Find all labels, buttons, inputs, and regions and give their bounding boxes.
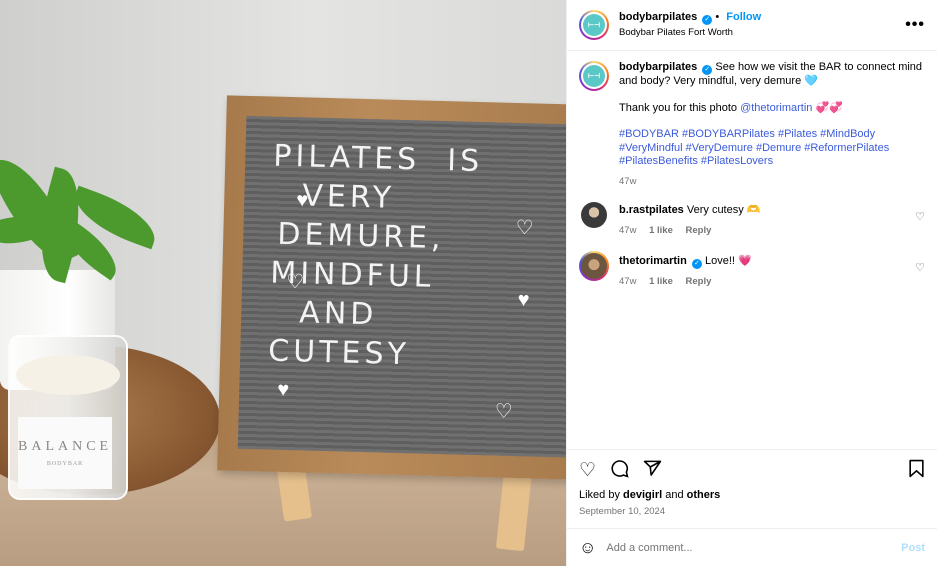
caption-thanks-line: Thank you for this photo @thetorimartin …	[619, 102, 925, 116]
likes-and: and	[665, 489, 684, 501]
likes-others-link[interactable]: others	[687, 489, 721, 501]
emoji-icon[interactable]: ☺	[579, 538, 596, 558]
heart-icon[interactable]: ♡	[579, 461, 596, 480]
board-heart-icon: ♡	[515, 216, 534, 240]
comment-age[interactable]: 47w	[619, 276, 636, 287]
comment-item: thetorimartin ✓ Love!! 💗 47w 1 like Repl…	[579, 251, 925, 289]
comment-meta: 47w 1 like Reply	[619, 275, 915, 289]
comment-likes[interactable]: 1 like	[649, 225, 673, 236]
candle-label-text: BALANCE	[18, 439, 113, 454]
post-header: ⊢⊣ bodybarpilates ✓ • Follow Bodybar Pil…	[567, 0, 937, 51]
verified-icon: ✓	[702, 15, 713, 25]
comment-like-heart-icon[interactable]: ♡	[915, 210, 925, 223]
comment-likes[interactable]: 1 like	[649, 276, 673, 287]
post-comment-button[interactable]: Post	[901, 542, 925, 554]
post-panel: ⊢⊣ bodybarpilates ✓ • Follow Bodybar Pil…	[566, 0, 937, 566]
board-heart-icon: ♥	[517, 289, 530, 312]
avatar[interactable]: ⊢⊣	[579, 10, 609, 40]
board-heart-icon: ♥	[276, 378, 290, 402]
caption-thanks: Thank you for this photo	[619, 101, 738, 114]
more-options-icon[interactable]: •••	[905, 16, 925, 34]
post-header-text: bodybarpilates ✓ • Follow Bodybar Pilate…	[619, 10, 905, 40]
author-username[interactable]: bodybarpilates	[619, 11, 697, 23]
comment-item: b.rastpilates Very cutesy 🫶 47w 1 like R…	[579, 200, 925, 237]
comment-body: b.rastpilates Very cutesy 🫶 47w 1 like R…	[619, 200, 915, 237]
comment-meta: 47w 1 like Reply	[619, 224, 915, 238]
candle-label: BALANCE BODYBAR	[18, 417, 112, 489]
comment-username[interactable]: b.rastpilates	[619, 204, 684, 216]
photo-candle: BALANCE BODYBAR	[8, 335, 128, 500]
caption-meta: 47w	[619, 175, 925, 189]
follow-button[interactable]: Follow	[726, 11, 761, 23]
reply-button[interactable]: Reply	[686, 276, 712, 287]
comment-body: thetorimartin ✓ Love!! 💗 47w 1 like Repl…	[619, 251, 915, 289]
avatar[interactable]	[579, 251, 609, 281]
likes-summary: Liked by devigirl and others	[579, 489, 720, 501]
comment-age[interactable]: 47w	[619, 225, 636, 236]
comment-username[interactable]: thetorimartin	[619, 255, 687, 267]
letter-board-text: PILATES IS VERY DEMURE, MINDFUL AND CUTE…	[268, 137, 566, 379]
comment-icon[interactable]	[610, 459, 629, 482]
caption-thanks-emoji: 💞💞	[815, 101, 843, 114]
board-heart-icon: ♥	[295, 189, 309, 212]
post-location[interactable]: Bodybar Pilates Fort Worth	[619, 25, 905, 40]
comments-section: ⊢⊣ bodybarpilates ✓ See how we visit the…	[567, 51, 937, 447]
comment-like-heart-icon[interactable]: ♡	[915, 261, 925, 274]
photo-letter-board: PILATES IS VERY DEMURE, MINDFUL AND CUTE…	[217, 95, 566, 480]
candle-wax	[16, 355, 120, 395]
share-icon[interactable]	[643, 459, 662, 482]
header-separator: •	[715, 11, 720, 23]
reply-button[interactable]: Reply	[686, 225, 712, 236]
comment-input[interactable]	[606, 542, 902, 554]
board-heart-icon: ♡	[285, 270, 305, 294]
verified-icon: ✓	[702, 65, 713, 75]
post-actions: ♡	[567, 449, 937, 490]
liked-by-user[interactable]: devigirl	[623, 489, 662, 501]
caption-username[interactable]: bodybarpilates	[619, 61, 697, 73]
bodybar-logo-icon: ⊢⊣	[583, 14, 605, 36]
hashtag-line[interactable]: #PilatesBenefits #PilatesLovers	[619, 155, 925, 169]
candle-brand-text: BODYBAR	[46, 461, 84, 467]
post-photo[interactable]: PILATES IS VERY DEMURE, MINDFUL AND CUTE…	[0, 0, 566, 566]
caption-body: bodybarpilates ✓ See how we visit the BA…	[619, 61, 925, 188]
board-line: CUTESY	[267, 333, 411, 373]
caption-age[interactable]: 47w	[619, 176, 636, 187]
add-comment-bar: ☺ Post	[567, 528, 937, 567]
caption-mention-link[interactable]: @thetorimartin	[740, 102, 812, 114]
caption: ⊢⊣ bodybarpilates ✓ See how we visit the…	[579, 61, 925, 188]
likes-prefix: Liked by	[579, 489, 620, 501]
hashtag-line[interactable]: #VeryMindful #VeryDemure #Demure #Reform…	[619, 142, 925, 156]
caption-hashtags: #BODYBAR #BODYBARPilates #Pilates #MindB…	[619, 128, 925, 169]
post-dialog: PILATES IS VERY DEMURE, MINDFUL AND CUTE…	[0, 0, 937, 566]
bodybar-logo-icon: ⊢⊣	[583, 65, 605, 87]
avatar[interactable]	[579, 200, 609, 230]
comment-text: Love!! 💗	[704, 255, 752, 267]
avatar[interactable]: ⊢⊣	[579, 61, 609, 91]
bookmark-icon[interactable]	[908, 459, 925, 482]
board-heart-icon: ♡	[494, 400, 514, 423]
hashtag-line[interactable]: #BODYBAR #BODYBARPilates #Pilates #MindB…	[619, 128, 925, 142]
post-date[interactable]: September 10, 2024	[579, 506, 665, 517]
verified-icon: ✓	[691, 259, 702, 269]
comment-text: Very cutesy 🫶	[686, 204, 761, 216]
